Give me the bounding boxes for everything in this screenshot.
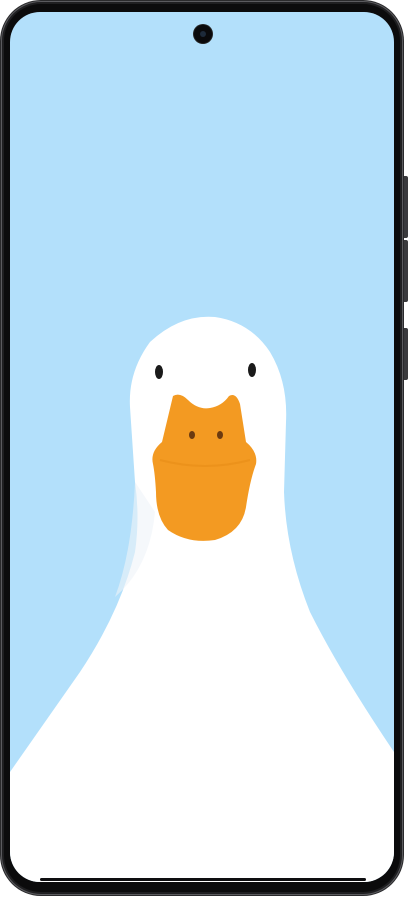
volume-up-button[interactable] bbox=[404, 176, 408, 238]
screen[interactable] bbox=[10, 12, 394, 882]
duck-left-eye bbox=[155, 365, 163, 379]
wallpaper bbox=[10, 12, 394, 882]
bottom-edge bbox=[40, 878, 366, 881]
duck-right-eye bbox=[248, 363, 256, 377]
device-stage bbox=[0, 0, 409, 900]
duck-right-nostril bbox=[217, 431, 223, 439]
power-button[interactable] bbox=[404, 328, 408, 380]
duck-left-nostril bbox=[189, 431, 195, 439]
front-camera bbox=[194, 25, 212, 43]
volume-down-button[interactable] bbox=[404, 240, 408, 302]
camera-lens bbox=[200, 31, 206, 37]
